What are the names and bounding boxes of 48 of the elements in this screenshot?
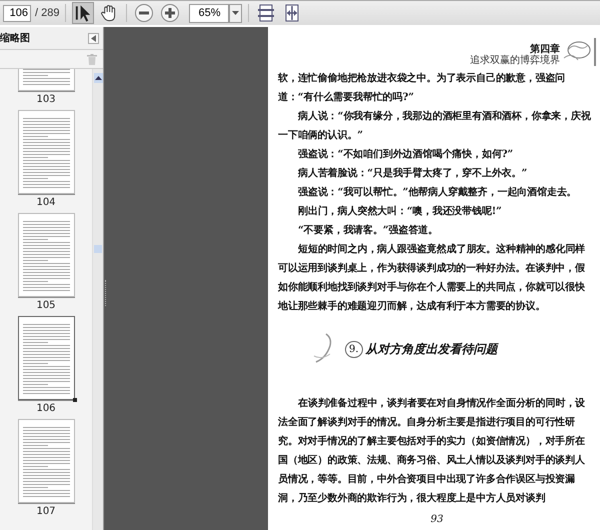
page-label: 104: [36, 197, 56, 208]
paragraph: 刚出门，病人突然大叫：“噢，我还没带钱呢!”: [297, 204, 503, 219]
caret-icon: [232, 11, 240, 15]
scrollbar[interactable]: [92, 69, 103, 530]
chapter-subtitle: 追求双赢的博弈境界: [470, 55, 560, 66]
trash-icon: [87, 54, 97, 64]
paragraph: 病人苦着脸说：“只是我手臂太疼了，穿不上外衣。”: [296, 166, 528, 181]
page-thumbnail[interactable]: [18, 316, 74, 400]
page-label: 105: [36, 300, 56, 311]
zoom-dropdown-button[interactable]: [229, 4, 242, 22]
minus-icon: [134, 3, 154, 23]
plus-icon: [160, 3, 180, 23]
section-number: 9.: [345, 340, 363, 358]
text-lines-drawing: [22, 324, 70, 394]
page-number: 93: [430, 514, 444, 525]
text-lines-drawing: [22, 427, 70, 497]
page-count: / 289: [35, 7, 60, 19]
paragraph: 短短的时间之内，病人跟强盗竟然成了朋友。这种精神的感化同样可以运用到谈判桌上，作为获得谈判成功的一种好办法。在谈判中，假如你能顺利地找到谈判对手与你在个人需要上的共同点，你就可以很快地让那些棘手的难题迎刃而解，达成有利于本方需要的协议。: [278, 242, 586, 314]
paragraph: 软，连忙偷偷地把枪放进衣袋之中。为了表示自己的歉意，强盗问道：“有什么需要我帮忙的吗?”: [278, 71, 566, 105]
scrollbar-thumb[interactable]: [94, 245, 102, 253]
zoom-in-button[interactable]: [159, 2, 182, 24]
text-lines-drawing: [22, 221, 70, 291]
scroll-up-button[interactable]: [94, 73, 102, 83]
select-tool-button[interactable]: [72, 2, 94, 24]
paragraph: 病人说：“你我有缘分，我那边的酒柜里有酒和酒杯，你拿来，庆祝一下咱俩的认识。”: [278, 109, 592, 143]
caret-left-icon: [91, 34, 96, 42]
page-label: 106: [36, 403, 56, 414]
zoom-field[interactable]: 65%: [189, 4, 230, 22]
paragraph: 强盗说：“不如咱们到外边酒馆喝个痛快，如何?”: [297, 148, 514, 162]
caret-up-icon: [94, 76, 102, 80]
fit-page-icon: [258, 4, 274, 22]
paragraph: 强盗说：“我可以帮忙。”他帮病人穿戴整齐，一起向酒馆走去。: [297, 185, 578, 200]
paragraph: “不要紧，我请客。”强盗答道。: [297, 223, 440, 238]
page-thumbnail[interactable]: [18, 110, 74, 194]
panel-title: 缩略图: [0, 32, 30, 45]
page-label: 107: [36, 506, 56, 517]
chapter-title: 第四章: [530, 44, 560, 55]
section-heading: 从对方角度出发看待问题: [366, 340, 498, 358]
page-label: 103: [36, 94, 56, 105]
page-thumbnail[interactable]: [18, 213, 74, 297]
fit-width-icon: [284, 4, 300, 22]
resize-handle[interactable]: [72, 398, 76, 402]
paragraph: 在谈判准备过程中，谈判者要在对自身情况作全面分析的同时，设法全面了解谈判对手的情况。自身分析主要是指进行项目的可行性研究。对对手情况的了解主要包括对手的实力（如资信情况），对手所在国（地区）的政策、法规、商务习俗、风土人情以及谈判对手的谈判人员情况，等等。目前，中外合资项目中出现了许多合作误区与投资漏洞，乃至少数外商的欺诈行为，很大程度上是中方人员对谈判: [278, 396, 586, 506]
collapse-panel-button[interactable]: [88, 32, 99, 44]
page-number-field[interactable]: 106: [3, 4, 31, 22]
page-thumbnail[interactable]: [18, 419, 74, 503]
zoom-out-button[interactable]: [133, 2, 156, 24]
text-lines-drawing: [22, 118, 70, 188]
